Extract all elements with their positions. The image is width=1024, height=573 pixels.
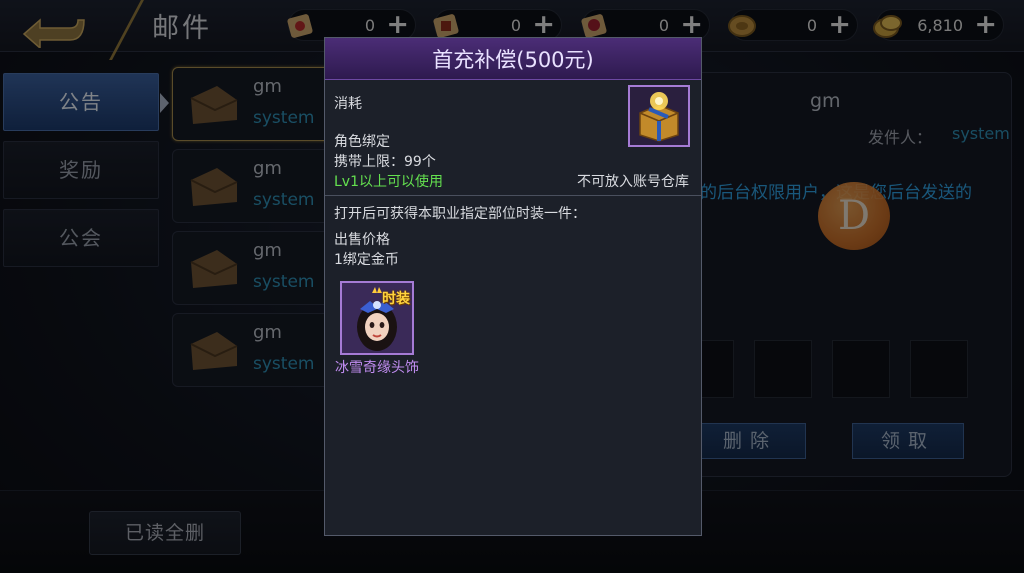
item-tooltip-popup: 首充补偿(500元) 消耗 角色绑定 携带上限：99个 Lv1以上可以使用 不可… [324, 37, 702, 536]
reward-item-slot[interactable]: 时装 [340, 281, 414, 355]
item-category: 消耗 [334, 96, 362, 112]
item-price-value: 1绑定金币 [334, 252, 399, 268]
popup-header: 首充补偿(500元) [325, 38, 701, 80]
item-icon [628, 85, 690, 147]
reward-item-name: 冰雪奇缘头饰 [335, 360, 419, 376]
item-carry-limit: 携带上限：99个 [334, 154, 436, 170]
item-level-requirement: Lv1以上可以使用 [334, 174, 443, 190]
item-storage-note: 不可放入账号仓库 [577, 174, 689, 190]
fashion-badge: 时装 [382, 291, 410, 307]
item-bind-type: 角色绑定 [334, 134, 390, 150]
mail-screen: 邮件 0 + 0 + 0 + 0 + 6,810 + 公告 奖励 公会 gm s… [0, 0, 1024, 573]
gift-box-icon [630, 87, 688, 145]
item-description: 打开后可获得本职业指定部位时装一件： [334, 206, 586, 222]
item-price-label: 出售价格 [334, 232, 390, 248]
popup-title: 首充补偿(500元) [432, 48, 594, 72]
popup-divider [325, 195, 701, 196]
